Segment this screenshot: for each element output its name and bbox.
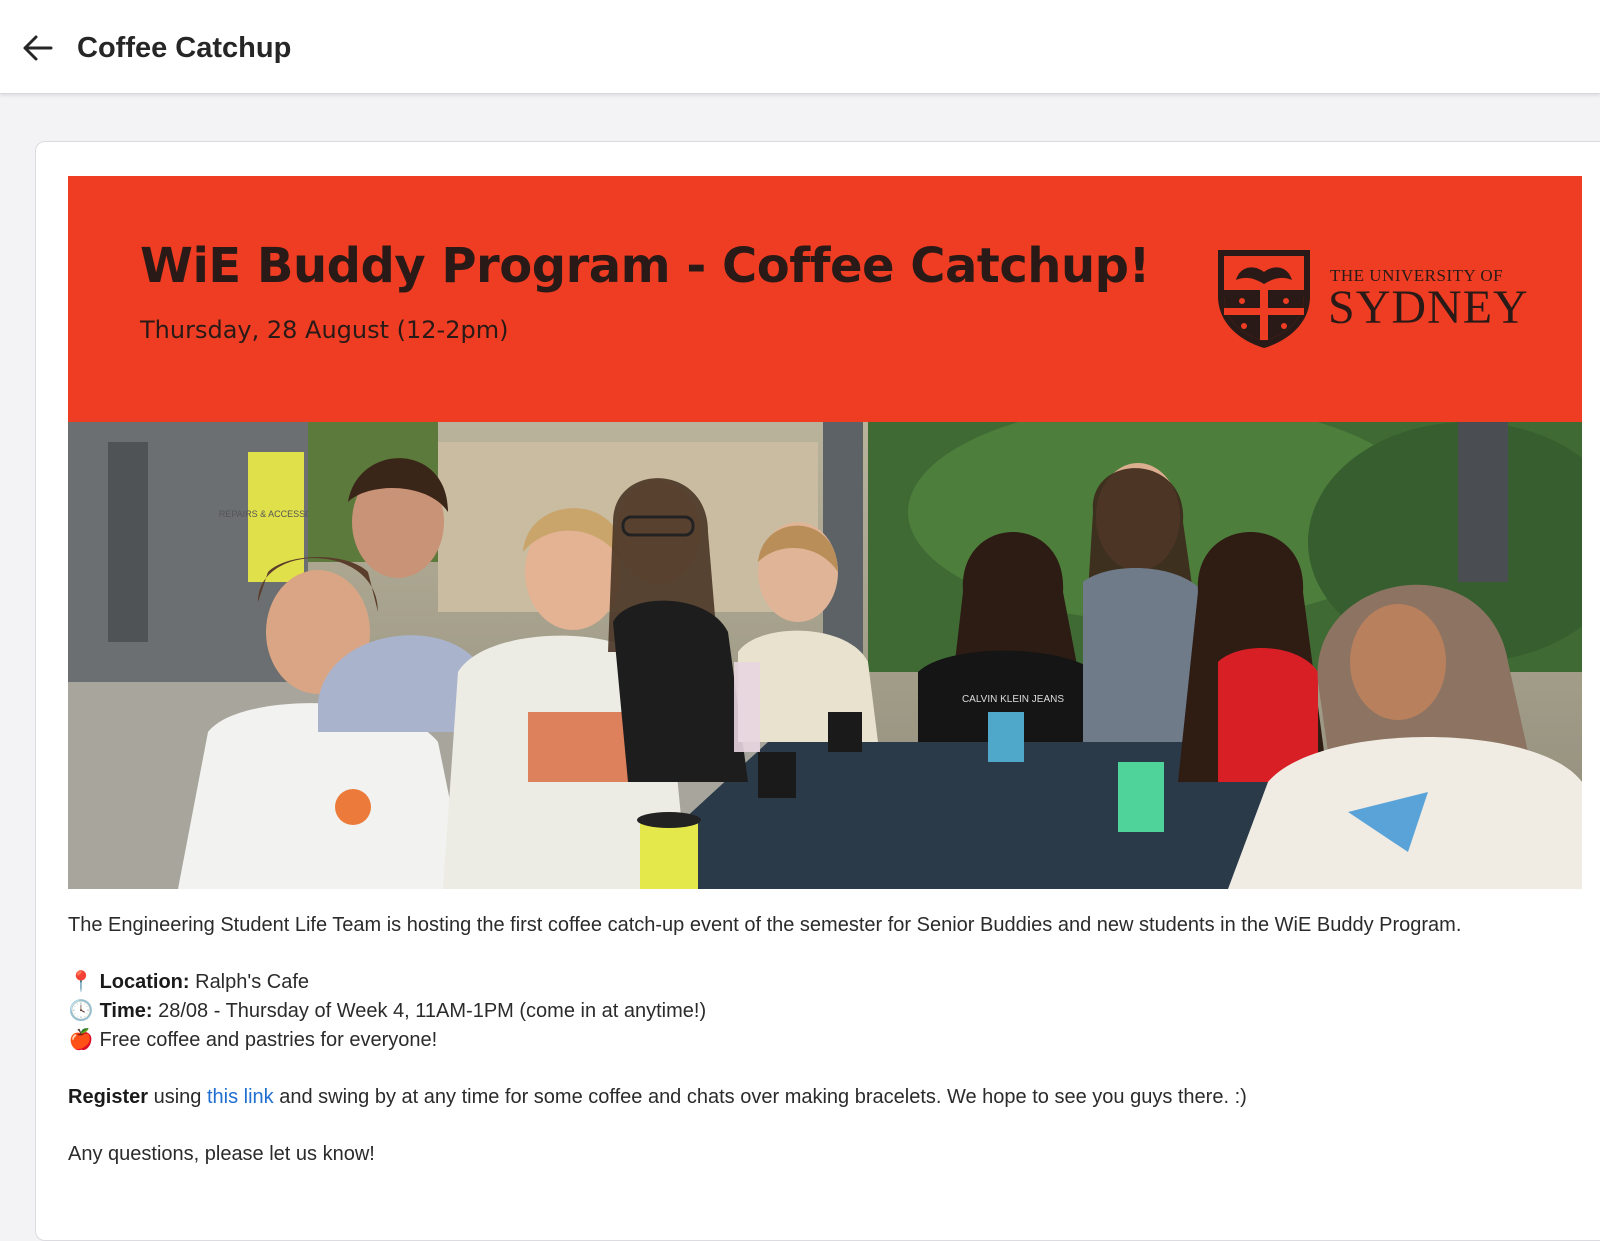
food-line: 🍎 Free coffee and pastries for everyone!: [68, 1026, 1568, 1055]
event-photo: REPAIRS & ACCESSORIES CALVIN KLEIN JEANS: [68, 422, 1582, 889]
university-logo: THE UNIVERSITY OF SYDNEY: [1214, 246, 1534, 356]
banner-title: WiE Buddy Program - Coffee Catchup!: [140, 238, 1150, 294]
register-pre-text: using: [148, 1086, 207, 1108]
register-link[interactable]: this link: [207, 1086, 274, 1108]
crest-icon: [1218, 250, 1310, 348]
location-value: Ralph's Cafe: [189, 971, 309, 993]
closing-text: Any questions, please let us know!: [68, 1143, 375, 1165]
register-label: Register: [68, 1086, 149, 1108]
register-post-text: and swing by at any time for some coffee…: [273, 1086, 1247, 1108]
group-photo-illustration: REPAIRS & ACCESSORIES CALVIN KLEIN JEANS: [68, 422, 1582, 889]
banner-date: Thursday, 28 August (12-2pm): [140, 316, 509, 344]
pin-icon: 📍: [68, 971, 94, 993]
back-button[interactable]: [20, 30, 56, 66]
food-text: Free coffee and pastries for everyone!: [94, 1029, 438, 1051]
time-line: 🕓 Time: 28/08 - Thursday of Week 4, 11AM…: [68, 997, 1568, 1026]
apple-icon: 🍎: [68, 1029, 94, 1051]
time-value: 28/08 - Thursday of Week 4, 11AM-1PM (co…: [152, 1000, 707, 1022]
event-description: The Engineering Student Life Team is hos…: [68, 911, 1568, 1169]
register-line: Register using this link and swing by at…: [68, 1083, 1568, 1112]
page-title: Coffee Catchup: [77, 32, 292, 64]
location-line: 📍 Location: Ralph's Cafe: [68, 968, 1568, 997]
top-bar: Coffee Catchup: [0, 0, 1600, 94]
event-banner: WiE Buddy Program - Coffee Catchup! Thur…: [68, 176, 1582, 422]
logo-text-line2: SYDNEY: [1328, 281, 1529, 334]
time-label: Time:: [99, 1000, 153, 1022]
clock-icon: 🕓: [68, 1000, 94, 1022]
intro-text: The Engineering Student Life Team is hos…: [68, 914, 1462, 936]
shirt-text: CALVIN KLEIN JEANS: [962, 694, 1064, 705]
arrow-left-icon: [23, 35, 53, 61]
location-label: Location:: [99, 971, 190, 993]
